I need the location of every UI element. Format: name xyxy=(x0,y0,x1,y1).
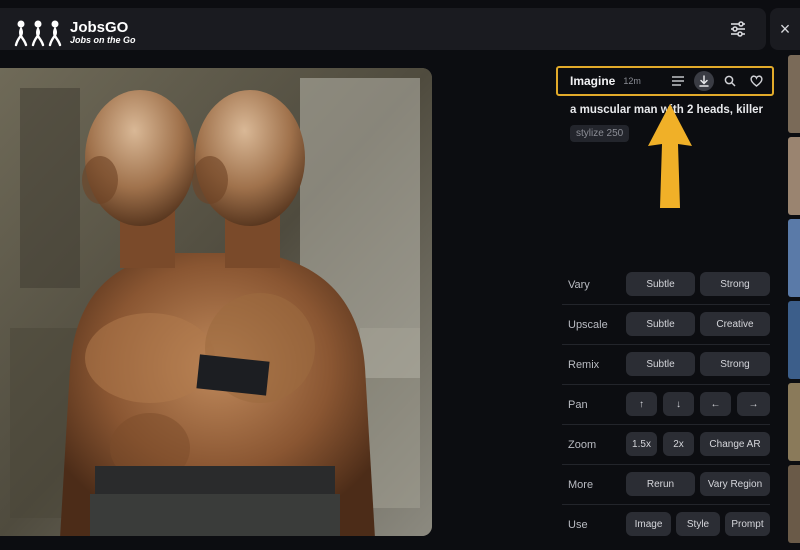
action-label: Vary xyxy=(568,279,590,291)
model-name: Imagine xyxy=(570,74,616,88)
action-row-pan: Pan ↑ ↓ ← → xyxy=(556,392,786,432)
action-row-zoom: Zoom 1.5x 2x Change AR xyxy=(556,432,786,472)
upscale-creative-button[interactable]: Creative xyxy=(700,312,770,336)
thumbnail[interactable] xyxy=(788,219,800,297)
search-icon[interactable] xyxy=(720,71,740,91)
action-row-more: More Rerun Vary Region xyxy=(556,472,786,512)
thumbnail-strip xyxy=(788,55,800,547)
brand-tagline: Jobs on the Go xyxy=(70,35,136,45)
annotation-arrow xyxy=(648,104,692,208)
rerun-button[interactable]: Rerun xyxy=(626,472,695,496)
action-label: Upscale xyxy=(568,319,608,331)
logo-people-icon xyxy=(14,20,62,47)
action-row-use: Use Image Style Prompt xyxy=(556,512,786,550)
menu-icon[interactable] xyxy=(668,71,688,91)
action-label: Use xyxy=(568,519,588,531)
job-header: Imagine 12m xyxy=(556,66,774,96)
divider xyxy=(562,344,770,345)
divider xyxy=(562,384,770,385)
brand-text: JobsGO Jobs on the Go xyxy=(70,19,136,45)
zoom-1-5x-button[interactable]: 1.5x xyxy=(626,432,657,456)
brand-name: JobsGO xyxy=(70,19,129,36)
job-header-icons xyxy=(668,71,766,91)
pan-down-button[interactable]: ↓ xyxy=(663,392,694,416)
download-icon[interactable] xyxy=(694,71,714,91)
divider xyxy=(562,424,770,425)
use-image-button[interactable]: Image xyxy=(626,512,671,536)
action-row-remix: Remix Subtle Strong xyxy=(556,352,786,392)
action-label: More xyxy=(568,479,594,491)
use-style-button[interactable]: Style xyxy=(676,512,720,536)
action-row-upscale: Upscale Subtle Creative xyxy=(556,312,786,352)
vary-strong-button[interactable]: Strong xyxy=(700,272,770,296)
param-chip[interactable]: stylize 250 xyxy=(570,125,630,142)
action-label: Pan xyxy=(568,399,588,411)
divider xyxy=(562,464,770,465)
thumbnail[interactable] xyxy=(788,137,800,215)
divider xyxy=(562,504,770,505)
action-panel: Vary Subtle Strong Upscale Subtle Creati… xyxy=(556,272,786,550)
divider xyxy=(562,304,770,305)
job-age: 12m xyxy=(623,76,641,86)
vary-subtle-button[interactable]: Subtle xyxy=(626,272,695,296)
generated-image[interactable] xyxy=(0,68,432,536)
thumbnail[interactable] xyxy=(788,383,800,461)
use-prompt-button[interactable]: Prompt xyxy=(725,512,770,536)
vary-region-button[interactable]: Vary Region xyxy=(700,472,770,496)
top-bar: JobsGO Jobs on the Go xyxy=(0,8,766,50)
thumbnail[interactable] xyxy=(788,301,800,379)
change-ar-button[interactable]: Change AR xyxy=(700,432,770,456)
remix-strong-button[interactable]: Strong xyxy=(700,352,770,376)
upscale-subtle-button[interactable]: Subtle xyxy=(626,312,695,336)
close-button[interactable]: × xyxy=(770,8,800,50)
action-label: Zoom xyxy=(568,439,597,451)
zoom-2x-button[interactable]: 2x xyxy=(663,432,694,456)
pan-right-button[interactable]: → xyxy=(737,392,770,416)
pan-left-button[interactable]: ← xyxy=(700,392,731,416)
thumbnail[interactable] xyxy=(788,465,800,543)
close-icon: × xyxy=(779,18,791,39)
thumbnail[interactable] xyxy=(788,55,800,133)
action-row-vary: Vary Subtle Strong xyxy=(556,272,786,312)
sliders-icon[interactable] xyxy=(728,19,748,39)
pan-up-button[interactable]: ↑ xyxy=(626,392,657,416)
brand-logo[interactable]: JobsGO Jobs on the Go xyxy=(12,18,136,48)
app-window: JobsGO Jobs on the Go × Imagine 12m a mu… xyxy=(0,0,800,550)
heart-icon[interactable] xyxy=(746,71,766,91)
action-label: Remix xyxy=(568,359,600,371)
remix-subtle-button[interactable]: Subtle xyxy=(626,352,695,376)
